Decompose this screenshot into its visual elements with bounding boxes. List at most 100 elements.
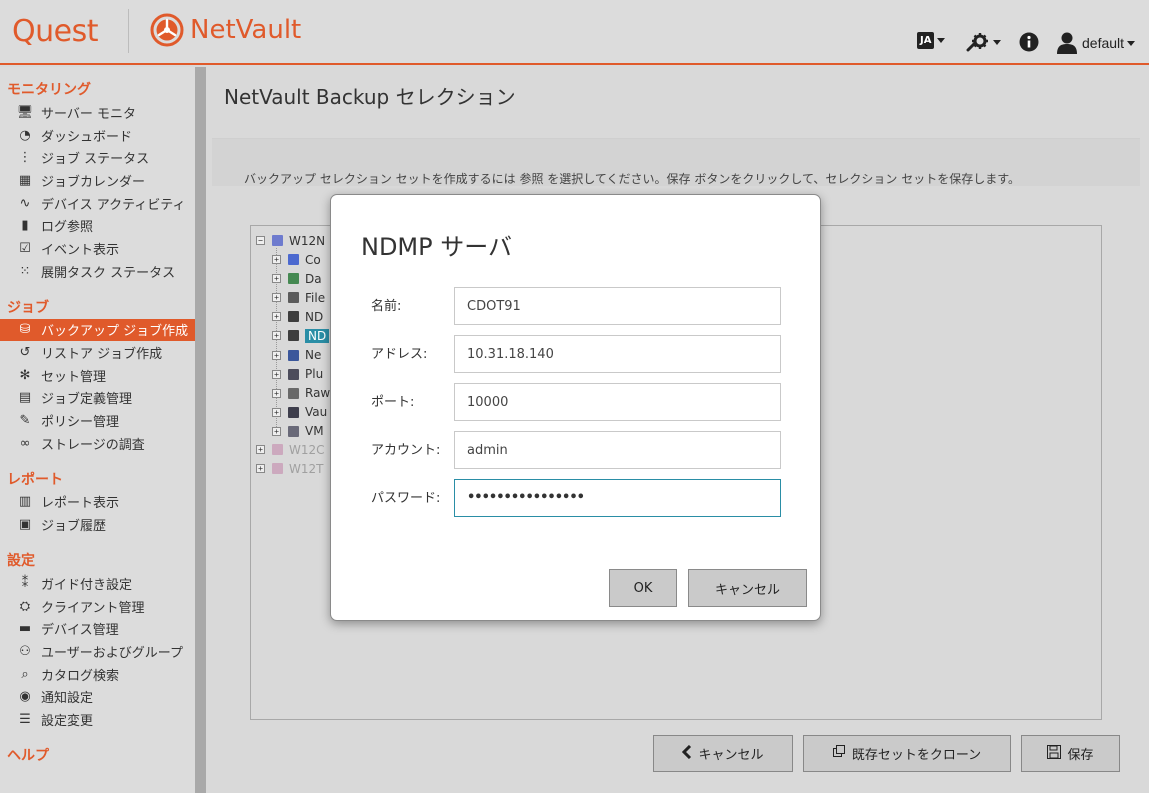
expand-toggle-icon[interactable]: + bbox=[272, 255, 281, 264]
deploy-status-icon: ⁙ bbox=[19, 263, 31, 279]
tree-child-node[interactable]: + File bbox=[272, 288, 325, 307]
app-header: Quest NetVault JA default bbox=[0, 0, 1149, 65]
tree-node-icon bbox=[286, 290, 301, 305]
tree-child-node[interactable]: + Ne bbox=[272, 346, 321, 365]
sidebar-item[interactable]: ✎ ポリシー管理 bbox=[0, 409, 195, 432]
sidebar-item[interactable]: 🖥 サーバー モニタ bbox=[0, 101, 195, 124]
account-label: アカウント: bbox=[371, 443, 441, 458]
tree-node-icon bbox=[286, 328, 301, 343]
sidebar-item[interactable]: ▥ レポート表示 bbox=[0, 491, 195, 514]
notification-icon: ◉ bbox=[19, 689, 31, 705]
expand-toggle-icon[interactable]: + bbox=[272, 426, 281, 436]
wrench-gear-icon bbox=[966, 33, 988, 52]
save-icon bbox=[1047, 744, 1062, 763]
sidebar-item[interactable]: ⛁ バックアップ ジョブ作成 bbox=[0, 318, 195, 342]
expand-toggle-icon[interactable]: + bbox=[256, 464, 265, 473]
tree-node-label: ND bbox=[305, 309, 324, 324]
ok-button[interactable]: OK bbox=[609, 569, 677, 607]
user-menu[interactable]: default bbox=[1057, 32, 1136, 54]
cancel-button[interactable]: キャンセル bbox=[653, 735, 793, 772]
sidebar-item[interactable]: ◔ ダッシュボード bbox=[0, 124, 195, 147]
expand-toggle-icon[interactable]: − bbox=[256, 236, 265, 245]
sidebar-item[interactable]: ☑ イベント表示 bbox=[0, 237, 195, 260]
nav-section-title: 設定 bbox=[7, 553, 35, 569]
expand-toggle-icon[interactable]: + bbox=[272, 369, 281, 379]
sidebar-item[interactable]: ⁑ ガイド付き設定 bbox=[0, 572, 195, 595]
sidebar-item[interactable]: ▬ デバイス管理 bbox=[0, 617, 195, 640]
language-menu[interactable]: JA bbox=[917, 32, 946, 49]
sidebar-item[interactable]: ⁙ 展開タスク ステータス bbox=[0, 260, 195, 283]
tree-child-node[interactable]: + Co bbox=[272, 250, 321, 269]
sidebar-item[interactable]: ▣ ジョブ履歴 bbox=[0, 513, 195, 536]
cancel-button-label: キャンセル bbox=[698, 748, 764, 763]
sidebar-item-label: ログ参照 bbox=[41, 220, 94, 236]
sidebar-item[interactable]: ▮ ログ参照 bbox=[0, 214, 195, 237]
port-field[interactable] bbox=[454, 383, 781, 421]
sidebar-item-label: リストア ジョブ作成 bbox=[41, 347, 163, 363]
chevron-left-icon bbox=[682, 744, 692, 763]
sidebar-item[interactable]: ✻ セット管理 bbox=[0, 364, 195, 387]
sidebar-item[interactable]: ☰ 設定変更 bbox=[0, 708, 195, 731]
sidebar-item-label: サーバー モニタ bbox=[41, 106, 137, 122]
log-icon: ▮ bbox=[21, 218, 29, 234]
tree-root-node-other[interactable]: + W12T bbox=[256, 459, 323, 478]
tree-child-node[interactable]: + Raw bbox=[272, 384, 330, 403]
account-field[interactable] bbox=[454, 431, 781, 469]
sidebar-item[interactable]: ▤ ジョブ定義管理 bbox=[0, 387, 195, 410]
devices-icon: ▬ bbox=[18, 621, 32, 637]
nav-section-title: モニタリング bbox=[7, 82, 91, 98]
sidebar-scrollbar[interactable] bbox=[195, 67, 206, 793]
expand-toggle-icon[interactable]: + bbox=[272, 312, 281, 322]
tree-child-node[interactable]: + Da bbox=[272, 269, 322, 288]
sidebar-item[interactable]: ◉ 通知設定 bbox=[0, 685, 195, 708]
name-field[interactable] bbox=[454, 287, 781, 325]
tree-child-node[interactable]: + VM bbox=[272, 422, 324, 441]
sidebar-item-label: イベント表示 bbox=[41, 242, 120, 258]
tree-child-node[interactable]: + Vau bbox=[272, 403, 327, 422]
tree-node-label: Plu bbox=[305, 367, 324, 382]
expand-toggle-icon[interactable]: + bbox=[272, 293, 281, 303]
sidebar-item[interactable]: ∞ ストレージの調査 bbox=[0, 432, 195, 455]
address-label: アドレス: bbox=[371, 347, 428, 362]
tools-menu[interactable] bbox=[966, 32, 1001, 52]
sidebar-item[interactable]: ⋮ ジョブ ステータス bbox=[0, 146, 195, 169]
tree-node-icon bbox=[286, 424, 301, 439]
dialog-cancel-button[interactable]: キャンセル bbox=[688, 569, 807, 607]
logo-divider bbox=[128, 9, 129, 53]
tree-root-node-other[interactable]: + W12C bbox=[256, 440, 325, 459]
sidebar-item[interactable]: ⚇ ユーザーおよびグループ bbox=[0, 640, 195, 663]
address-field[interactable] bbox=[454, 335, 781, 373]
tree-node-icon bbox=[286, 405, 301, 420]
tree-child-node[interactable]: + ND bbox=[272, 326, 330, 345]
nav-section-title: レポート bbox=[7, 471, 63, 488]
sidebar: モニタリング 🖥 サーバー モニタ ◔ ダッシュボード ⋮ ジョブ ステータス ▦ ジョブカレン… bbox=[0, 67, 195, 793]
sidebar-item[interactable]: ∿ デバイス アクティビティ bbox=[0, 192, 195, 215]
clone-set-button[interactable]: 既存セットをクローン bbox=[803, 735, 1011, 772]
sets-icon: ✻ bbox=[19, 367, 31, 383]
tree-node-icon bbox=[286, 367, 301, 382]
sidebar-item-label: ジョブカレンダー bbox=[41, 174, 146, 190]
nav-section-title: ヘルプ bbox=[7, 747, 49, 764]
tree-child-node[interactable]: + Plu bbox=[272, 365, 323, 384]
sidebar-item[interactable]: ↺ リストア ジョブ作成 bbox=[0, 341, 195, 364]
expand-toggle-icon[interactable]: + bbox=[272, 407, 281, 417]
info-button[interactable] bbox=[1019, 32, 1039, 52]
page-title: NetVault Backup セレクション bbox=[224, 85, 516, 109]
expand-toggle-icon[interactable]: + bbox=[256, 445, 265, 454]
sidebar-item[interactable]: ⛭ クライアント管理 bbox=[0, 595, 195, 618]
tree-node-label: Raw bbox=[305, 386, 331, 401]
expand-toggle-icon[interactable]: + bbox=[272, 331, 281, 341]
expand-toggle-icon[interactable]: + bbox=[272, 350, 281, 360]
tree-child-node[interactable]: + ND bbox=[272, 307, 323, 326]
expand-toggle-icon[interactable]: + bbox=[272, 274, 281, 284]
sidebar-item[interactable]: ▦ ジョブカレンダー bbox=[0, 169, 195, 192]
save-button[interactable]: 保存 bbox=[1021, 735, 1120, 772]
netvault-logo: NetVault bbox=[150, 13, 301, 47]
sidebar-item-label: デバイス管理 bbox=[41, 623, 119, 639]
sidebar-item[interactable]: ⌕ カタログ検索 bbox=[0, 663, 195, 686]
sidebar-item-label: ジョブ ステータス bbox=[41, 152, 150, 168]
expand-toggle-icon[interactable]: + bbox=[272, 388, 281, 398]
tree-node-icon bbox=[286, 252, 301, 267]
tree-root-node[interactable]: − W12N bbox=[256, 231, 325, 250]
tree-node-icon bbox=[286, 309, 301, 324]
